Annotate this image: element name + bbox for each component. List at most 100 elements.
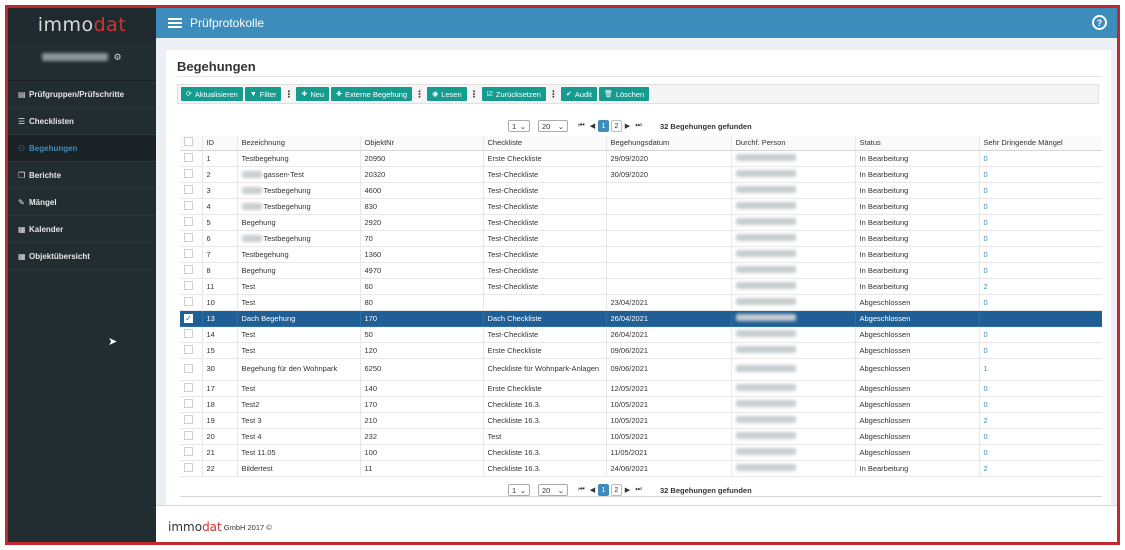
filter-button[interactable]: ▼ Filter: [244, 87, 282, 101]
table-row[interactable]: 30 Begehung für den Wohnpark 6250 Checklist…: [180, 358, 1102, 381]
table-row[interactable]: 15 Test 120 Erste Checkliste 09/06/2021 Abges…: [180, 342, 1102, 359]
row-checkbox[interactable]: [180, 150, 202, 167]
urgent-defects-link[interactable]: 0: [984, 298, 988, 307]
urgent-defects-link[interactable]: 0: [984, 400, 988, 409]
delete-button[interactable]: 🗑 Löschen: [598, 87, 650, 101]
read-button[interactable]: ◉ Lesen: [427, 87, 467, 101]
table-row[interactable]: ✓ 13 Dach Begehung 170 Dach Checkliste 26/04/…: [180, 310, 1102, 327]
row-checkbox[interactable]: [180, 246, 202, 263]
urgent-defects-link[interactable]: 0: [984, 154, 988, 163]
page-size-select[interactable]: 20 ⌄: [538, 484, 568, 496]
row-checkbox[interactable]: [180, 396, 202, 413]
table-row[interactable]: 21 Test 11.05 100 Checkliste 16.3. 11/05/202…: [180, 444, 1102, 461]
page-select[interactable]: 1 ⌄: [508, 120, 530, 132]
gear-icon[interactable]: ⚙: [113, 52, 121, 63]
page-2-button[interactable]: 2: [611, 484, 622, 496]
urgent-defects-link[interactable]: 2: [984, 416, 988, 425]
column-header-name[interactable]: Bezeichnung: [236, 136, 360, 151]
table-row[interactable]: 19 Test 3 210 Checkliste 16.3. 10/05/2021 Abg…: [180, 412, 1102, 429]
row-checkbox[interactable]: [180, 380, 202, 397]
cell-urgent-defects[interactable]: 2: [978, 460, 1102, 477]
page-2-button[interactable]: 2: [611, 120, 622, 132]
table-row[interactable]: 6 Testbegehung 70 Test-Checkliste In Bearbei…: [180, 230, 1102, 247]
page-1-button[interactable]: 1: [598, 484, 609, 496]
sidebar-item-checklisten[interactable]: ☰ Checklisten: [8, 108, 156, 135]
last-page-icon[interactable]: ⏭: [633, 484, 644, 496]
urgent-defects-link[interactable]: 0: [984, 186, 988, 195]
row-checkbox[interactable]: [180, 358, 202, 381]
cell-urgent-defects[interactable]: 0: [978, 380, 1102, 397]
row-checkbox[interactable]: [180, 326, 202, 343]
refresh-button[interactable]: ⟳ Aktualisieren: [181, 87, 243, 101]
cell-urgent-defects[interactable]: 0: [978, 342, 1102, 359]
column-header-object-number[interactable]: ObjektNr: [359, 136, 483, 151]
next-page-icon[interactable]: ▶: [622, 120, 633, 132]
row-checkbox[interactable]: [180, 460, 202, 477]
row-checkbox[interactable]: [180, 166, 202, 183]
first-page-icon[interactable]: ⏮: [576, 484, 587, 496]
urgent-defects-link[interactable]: 0: [984, 346, 988, 355]
table-row[interactable]: 11 Test 60 Test-Checkliste In Bearbeitung 2: [180, 278, 1102, 295]
column-header-person[interactable]: Durchf. Person: [730, 136, 855, 151]
last-page-icon[interactable]: ⏭: [633, 120, 644, 132]
sidebar-item-objektübersicht[interactable]: ▦ Objektübersicht: [8, 243, 156, 270]
page-1-button[interactable]: 1: [598, 120, 609, 132]
cell-urgent-defects[interactable]: 2: [978, 278, 1102, 295]
cell-urgent-defects[interactable]: 0: [978, 262, 1102, 279]
urgent-defects-link[interactable]: 0: [984, 250, 988, 259]
external-inspection-button[interactable]: ✚ Externe Begehung: [331, 87, 413, 101]
row-checkbox[interactable]: [180, 262, 202, 279]
cell-urgent-defects[interactable]: 1: [978, 358, 1102, 381]
row-checkbox[interactable]: [180, 182, 202, 199]
row-checkbox[interactable]: ✓: [180, 310, 202, 327]
urgent-defects-link[interactable]: 2: [984, 464, 988, 473]
row-checkbox[interactable]: [180, 198, 202, 215]
cell-urgent-defects[interactable]: 2: [978, 412, 1102, 429]
row-checkbox[interactable]: [180, 294, 202, 311]
new-button[interactable]: ✚ Neu: [296, 87, 330, 101]
page-size-select[interactable]: 20 ⌄: [538, 120, 568, 132]
cell-urgent-defects[interactable]: 0: [978, 326, 1102, 343]
cell-urgent-defects[interactable]: 0: [978, 182, 1102, 199]
more-options-icon[interactable]: ⋮: [470, 89, 479, 100]
urgent-defects-link[interactable]: 1: [984, 364, 988, 373]
column-header-id[interactable]: ID: [201, 136, 237, 151]
urgent-defects-link[interactable]: 0: [984, 234, 988, 243]
more-options-icon[interactable]: ⋮: [549, 89, 558, 100]
table-row[interactable]: 10 Test 80 23/04/2021 Abgeschlossen 0: [180, 294, 1102, 311]
urgent-defects-link[interactable]: 1: [984, 314, 988, 323]
cell-urgent-defects[interactable]: 0: [978, 444, 1102, 461]
cell-urgent-defects[interactable]: 1: [978, 310, 1102, 327]
page-select[interactable]: 1 ⌄: [508, 484, 530, 496]
row-checkbox[interactable]: [180, 230, 202, 247]
more-options-icon[interactable]: ⋮: [415, 89, 424, 100]
reset-button[interactable]: ☑ Zurücksetzen: [481, 87, 546, 101]
column-header-status[interactable]: Status: [854, 136, 979, 151]
urgent-defects-link[interactable]: 0: [984, 218, 988, 227]
row-checkbox[interactable]: [180, 444, 202, 461]
urgent-defects-link[interactable]: 0: [984, 384, 988, 393]
table-row[interactable]: 1 Testbegehung 20950 Erste Checkliste 29/09/…: [180, 150, 1102, 167]
cell-urgent-defects[interactable]: 0: [978, 198, 1102, 215]
table-row[interactable]: 2 gassen-Test 20320 Test-Checkliste 30/09/20…: [180, 166, 1102, 183]
first-page-icon[interactable]: ⏮: [576, 120, 587, 132]
row-checkbox[interactable]: [180, 412, 202, 429]
table-row[interactable]: 4 Testbegehung 830 Test-Checkliste In Bearbe…: [180, 198, 1102, 215]
help-icon[interactable]: ?: [1092, 15, 1107, 30]
sidebar-item-kalender[interactable]: ▦ Kalender: [8, 216, 156, 243]
sidebar-item-mängel[interactable]: ✎ Mängel: [8, 189, 156, 216]
table-row[interactable]: 5 Begehung 2920 Test-Checkliste In Bearbeitu…: [180, 214, 1102, 231]
cell-urgent-defects[interactable]: 0: [978, 214, 1102, 231]
column-header-checklist[interactable]: Checkliste: [482, 136, 606, 151]
cell-urgent-defects[interactable]: 0: [978, 230, 1102, 247]
urgent-defects-link[interactable]: 0: [984, 170, 988, 179]
column-header-urgent-defects[interactable]: Sehr Dringende Mängel: [978, 136, 1102, 151]
table-row[interactable]: 18 Test2 170 Checkliste 16.3. 10/05/2021 Abge…: [180, 396, 1102, 413]
urgent-defects-link[interactable]: 0: [984, 202, 988, 211]
user-panel[interactable]: ⚙: [8, 42, 156, 72]
cell-urgent-defects[interactable]: 0: [978, 294, 1102, 311]
table-row[interactable]: 22 Bildertest 11 Checkliste 16.3. 24/06/2021…: [180, 460, 1102, 477]
row-checkbox[interactable]: [180, 278, 202, 295]
previous-page-icon[interactable]: ◀: [587, 484, 598, 496]
table-row[interactable]: 20 Test 4 232 Test 10/05/2021 Abgeschlossen 0: [180, 428, 1102, 445]
